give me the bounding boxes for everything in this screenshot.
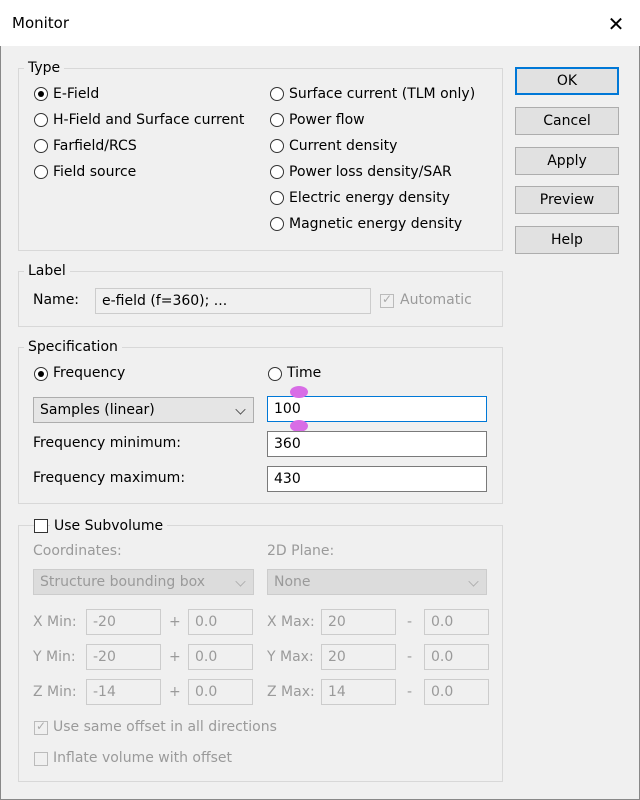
label-electric-energy[interactable]: Electric energy density bbox=[289, 190, 450, 206]
preview-button[interactable]: Preview bbox=[515, 186, 619, 214]
window-title: Monitor bbox=[12, 14, 70, 32]
title-bar bbox=[0, 0, 640, 46]
label-surface-current[interactable]: Surface current (TLM only) bbox=[289, 86, 475, 102]
label-time[interactable]: Time bbox=[287, 365, 321, 381]
label-h-field[interactable]: H-Field and Surface current bbox=[53, 112, 244, 128]
plane-select-value: None bbox=[274, 574, 311, 590]
radio-electric-energy[interactable] bbox=[270, 191, 284, 205]
chevron-down-icon bbox=[235, 404, 246, 415]
ymax-label: Y Max: bbox=[267, 649, 314, 665]
ymin-offset-input[interactable]: 0.0 bbox=[188, 644, 253, 670]
fmin-label: Frequency minimum: bbox=[33, 435, 181, 451]
fmin-input[interactable]: 360 bbox=[267, 431, 487, 457]
use-subvolume-label[interactable]: Use Subvolume bbox=[50, 518, 168, 534]
zmin-label: Z Min: bbox=[33, 684, 77, 700]
label-frequency[interactable]: Frequency bbox=[53, 365, 125, 381]
zmin-plus: + bbox=[169, 684, 181, 700]
label-current-density[interactable]: Current density bbox=[289, 138, 397, 154]
xmin-plus: + bbox=[169, 614, 181, 630]
ymax-offset-input[interactable]: 0.0 bbox=[424, 644, 489, 670]
label-power-flow[interactable]: Power flow bbox=[289, 112, 365, 128]
coordinates-select[interactable]: Structure bounding box bbox=[33, 569, 254, 595]
same-offset-label: Use same offset in all directions bbox=[53, 719, 277, 735]
radio-e-field[interactable] bbox=[34, 87, 48, 101]
xmax-input[interactable]: 20 bbox=[321, 609, 396, 635]
ymax-input[interactable]: 20 bbox=[321, 644, 396, 670]
radio-time[interactable] bbox=[268, 367, 282, 381]
automatic-label: Automatic bbox=[400, 292, 472, 308]
specification-legend: Specification bbox=[24, 339, 122, 355]
use-subvolume-checkbox[interactable] bbox=[34, 519, 48, 533]
label-legend: Label bbox=[24, 263, 70, 279]
xmin-label: X Min: bbox=[33, 614, 77, 630]
xmax-offset-input[interactable]: 0.0 bbox=[424, 609, 489, 635]
zmax-input[interactable]: 14 bbox=[321, 679, 396, 705]
help-button[interactable]: Help bbox=[515, 226, 619, 254]
automatic-checkbox[interactable] bbox=[380, 292, 394, 308]
ymin-input[interactable]: -20 bbox=[86, 644, 161, 670]
radio-surface-current[interactable] bbox=[270, 87, 284, 101]
chevron-down-icon bbox=[468, 576, 479, 587]
zmax-label: Z Max: bbox=[267, 684, 315, 700]
plane-label: 2D Plane: bbox=[267, 543, 335, 559]
chevron-down-icon bbox=[235, 576, 246, 587]
coordinates-select-value: Structure bounding box bbox=[40, 574, 206, 590]
cancel-button[interactable]: Cancel bbox=[515, 107, 619, 135]
zmax-offset-input[interactable]: 0.0 bbox=[424, 679, 489, 705]
radio-magnetic-energy[interactable] bbox=[270, 217, 284, 231]
zmin-offset-input[interactable]: 0.0 bbox=[188, 679, 253, 705]
name-label: Name: bbox=[33, 292, 80, 308]
ymax-minus: - bbox=[407, 649, 413, 665]
samples-select-value: Samples (linear) bbox=[40, 402, 155, 418]
label-power-loss[interactable]: Power loss density/SAR bbox=[289, 164, 452, 180]
radio-power-loss[interactable] bbox=[270, 165, 284, 179]
same-offset-checkbox[interactable] bbox=[34, 719, 48, 735]
inflate-checkbox[interactable] bbox=[34, 752, 48, 766]
radio-h-field[interactable] bbox=[34, 113, 48, 127]
type-legend: Type bbox=[24, 60, 65, 76]
radio-frequency[interactable] bbox=[34, 367, 48, 381]
plane-select[interactable]: None bbox=[267, 569, 487, 595]
zmin-input[interactable]: -14 bbox=[86, 679, 161, 705]
xmax-label: X Max: bbox=[267, 614, 315, 630]
ymin-label: Y Min: bbox=[33, 649, 76, 665]
xmin-offset-input[interactable]: 0.0 bbox=[188, 609, 253, 635]
fmax-label: Frequency maximum: bbox=[33, 470, 186, 486]
text-cursor-handle-top bbox=[290, 386, 308, 398]
close-icon[interactable]: ✕ bbox=[604, 12, 628, 36]
apply-button[interactable]: Apply bbox=[515, 147, 619, 175]
coordinates-label: Coordinates: bbox=[33, 543, 122, 559]
ymin-plus: + bbox=[169, 649, 181, 665]
label-field-source[interactable]: Field source bbox=[53, 164, 136, 180]
label-farfield[interactable]: Farfield/RCS bbox=[53, 138, 137, 154]
xmin-input[interactable]: -20 bbox=[86, 609, 161, 635]
name-input[interactable]: e-field (f=360); ... bbox=[95, 288, 371, 314]
radio-power-flow[interactable] bbox=[270, 113, 284, 127]
label-magnetic-energy[interactable]: Magnetic energy density bbox=[289, 216, 462, 232]
samples-input[interactable]: 100 bbox=[267, 396, 487, 422]
radio-field-source[interactable] bbox=[34, 165, 48, 179]
inflate-label: Inflate volume with offset bbox=[53, 750, 233, 766]
radio-current-density[interactable] bbox=[270, 139, 284, 153]
fmax-input[interactable]: 430 bbox=[267, 466, 487, 492]
zmax-minus: - bbox=[407, 684, 413, 700]
xmax-minus: - bbox=[407, 614, 413, 630]
label-e-field[interactable]: E-Field bbox=[53, 86, 99, 102]
radio-farfield[interactable] bbox=[34, 139, 48, 153]
samples-select[interactable]: Samples (linear) bbox=[33, 397, 254, 423]
ok-button[interactable]: OK bbox=[515, 67, 619, 95]
